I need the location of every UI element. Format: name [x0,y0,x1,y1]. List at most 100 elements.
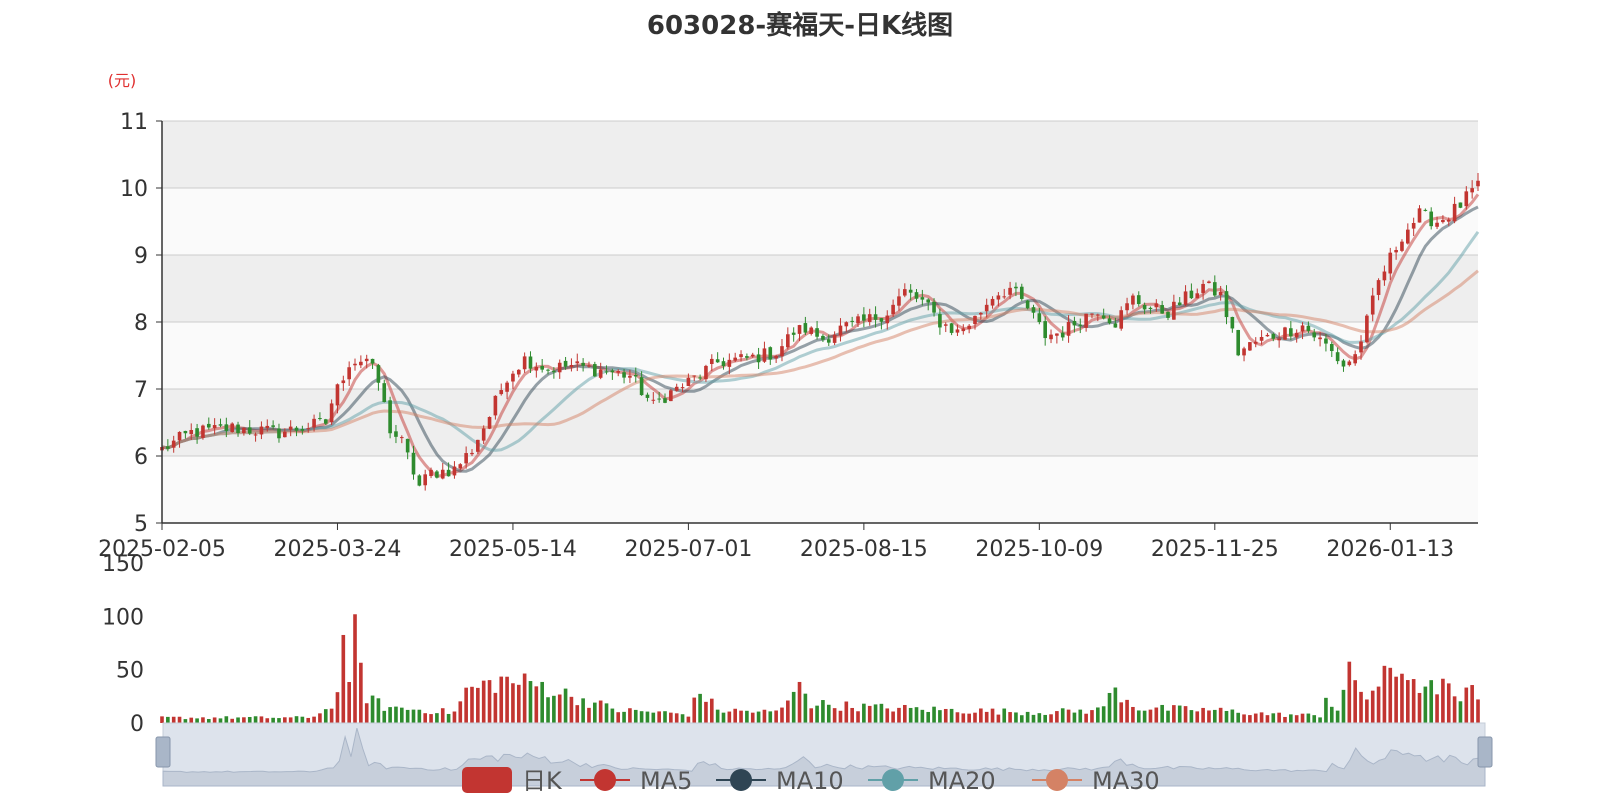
candle-body [1037,313,1042,323]
candle-body [540,365,544,370]
candle-body [996,295,1001,300]
candle-body [411,452,416,475]
candle-body [1025,300,1030,309]
legend-label: MA30 [1092,767,1160,795]
volume-bar [1441,678,1445,723]
candle-body [1031,307,1036,313]
candle-body [376,365,381,383]
candle-body [1435,222,1439,227]
volume-bar [283,717,287,723]
volume-bar [446,713,451,723]
candle-body [1096,314,1100,316]
candle-body [528,356,533,369]
candle-body [1353,354,1357,364]
candle-body [470,452,474,455]
candle-body [300,429,305,431]
volume-bar [838,710,843,723]
legend-swatch-dot [1046,769,1068,791]
volume-bar [306,717,311,723]
volume-bar [1417,692,1422,723]
candle-body [739,354,743,358]
volume-bar [1096,707,1100,723]
legend-swatch-dot [594,769,616,791]
candle-body [639,377,644,396]
candle-body [206,423,211,428]
volume-bar [253,716,258,723]
candle-body [1148,307,1153,310]
volume-bar [1236,712,1241,723]
candle-body [645,394,650,398]
candle-body [242,427,246,434]
volume-bar [704,701,708,723]
candle-body [347,367,351,380]
zoom-handle-left[interactable] [155,736,171,768]
volume-bar [1113,687,1118,723]
candle-body [575,361,580,364]
candle-body [1189,290,1194,299]
volume-bar [347,682,351,723]
candle-body [288,426,293,430]
volume-bar [481,680,486,723]
candle-body [1166,311,1170,318]
price-tick-label: 11 [120,110,148,135]
volume-bar [534,686,539,723]
price-tick-label: 9 [134,244,148,269]
volume-bar [593,702,597,723]
volume-bar [1464,687,1469,723]
candle-body [651,399,656,401]
legend-swatch-dot [730,769,752,791]
candle-body [721,361,726,367]
candle-body [932,301,936,313]
candle-body [897,296,901,306]
candle-body [686,377,691,386]
candle-body [593,364,597,377]
volume-bar [663,711,667,723]
candle-body [1294,332,1299,338]
volume-bar [505,676,509,723]
volume-bar [417,709,422,723]
candle-body [335,384,340,406]
volume-bar [674,713,679,723]
volume-bar [990,708,995,723]
candle-body [850,320,854,322]
candle-body [353,363,357,366]
candle-body [733,357,738,361]
grid-band [162,255,1478,322]
volume-bar [476,687,480,723]
volume-bar [511,683,515,723]
volume-bar [1365,699,1369,723]
candle-body [499,390,504,395]
volume-bar [1318,717,1322,723]
candle-body [212,425,217,429]
volume-bar [902,704,907,723]
candle-body [1142,304,1147,310]
candle-body [1172,301,1176,320]
volume-bar [938,710,942,723]
zoom-handle-right[interactable] [1477,736,1493,768]
volume-tick-label: 150 [102,552,144,577]
volume-bar [715,709,720,723]
volume-bar [1131,706,1135,723]
volume-bar [429,714,433,723]
volume-bar [364,703,369,723]
candle-body [633,374,638,377]
volume-bar [1353,680,1357,723]
candle-body [1019,286,1024,299]
volume-bar [1025,711,1030,723]
candle-body [692,375,697,377]
volume-bar [359,662,363,723]
volume-bar [1125,699,1129,723]
chart-title: 603028-赛福天-日K线图 [647,10,953,41]
volume-bar [265,718,270,723]
volume-bar [786,700,790,723]
volume-bar [791,691,796,723]
volume-bar [1072,712,1077,723]
candle-body [183,430,188,434]
candle-body [294,427,299,431]
candle-body [1312,332,1317,338]
candle-body [1335,352,1340,362]
candle-body [1452,203,1457,222]
candle-body [1195,293,1200,299]
candle-body [399,437,404,439]
volume-bar [1312,715,1317,723]
